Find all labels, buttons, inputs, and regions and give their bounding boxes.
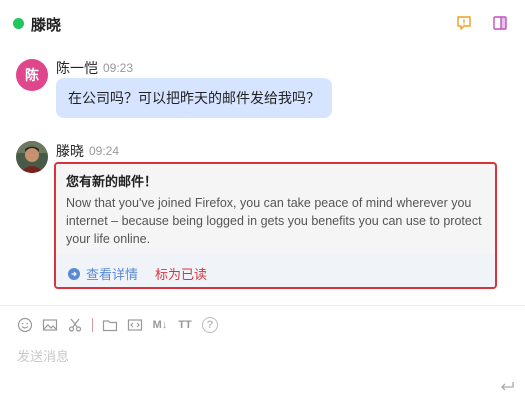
- help-icon[interactable]: ?: [202, 317, 218, 333]
- image-icon[interactable]: [42, 317, 58, 333]
- online-status-dot: [13, 18, 24, 29]
- scissors-icon[interactable]: [67, 317, 83, 333]
- view-details-link[interactable]: 查看详情: [68, 264, 138, 283]
- text-size-icon[interactable]: TT: [177, 317, 193, 333]
- markdown-icon[interactable]: M↓: [152, 317, 168, 333]
- mark-as-read-link[interactable]: 标为已读: [155, 264, 207, 283]
- card-body-text: Now that you've joined Firefox, you can …: [66, 196, 482, 246]
- chat-bubble-icon[interactable]: [456, 15, 472, 31]
- email-notification-card: 您有新的邮件！ Now that you've joined Firefox, …: [54, 162, 497, 289]
- message-time: 09:24: [89, 144, 120, 158]
- sender-name: 滕晓: [56, 143, 84, 159]
- folder-icon[interactable]: [102, 317, 118, 333]
- chat-title: 滕晓: [31, 17, 62, 34]
- emoji-icon[interactable]: [17, 317, 33, 333]
- avatar[interactable]: [16, 141, 48, 173]
- message-time: 09:23: [103, 61, 134, 75]
- composer-toolbar: M↓ TT ?: [17, 317, 227, 333]
- toolbar-separator: [92, 318, 93, 332]
- sender-name: 陈一恺: [56, 60, 98, 76]
- avatar[interactable]: 陈: [16, 59, 48, 91]
- message-input[interactable]: 发送消息: [17, 346, 69, 365]
- message-bubble: 在公司吗？可以把昨天的邮件发给我吗？: [56, 78, 332, 118]
- send-enter-icon[interactable]: [499, 381, 515, 393]
- card-title: 您有新的邮件！: [66, 174, 158, 189]
- code-icon[interactable]: [127, 317, 143, 333]
- arrow-right-circle-icon: [68, 267, 80, 280]
- view-details-label: 查看详情: [86, 267, 139, 282]
- side-panel-icon[interactable]: [492, 15, 508, 31]
- user-photo-icon: [16, 141, 48, 173]
- card-actions: 查看详情 标为已读: [56, 254, 495, 287]
- chat-header: 滕晓: [0, 0, 525, 48]
- composer-divider: [0, 305, 525, 306]
